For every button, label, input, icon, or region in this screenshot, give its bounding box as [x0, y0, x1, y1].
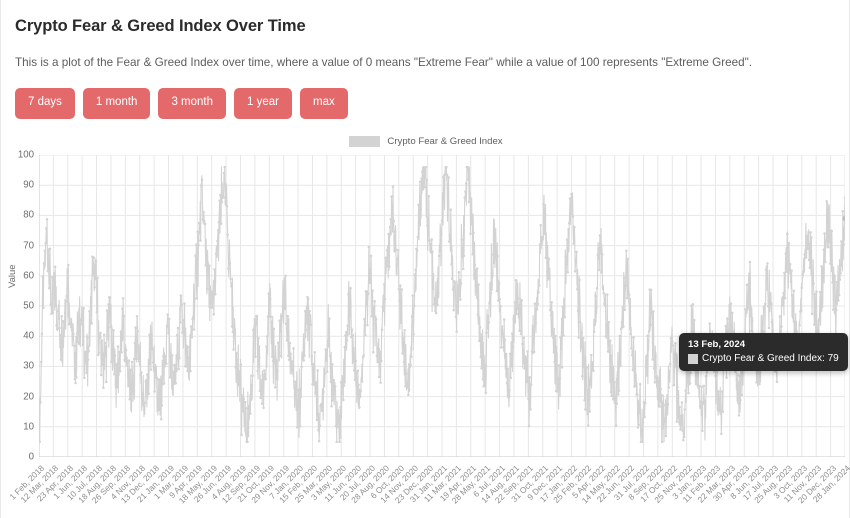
y-tick-label: 90	[23, 179, 34, 191]
plot-area[interactable]: 0 10 20 30 40 50 60 70 80 90 100 1 Feb, 2018 12 Mar,…	[7, 150, 850, 506]
range-button-max[interactable]: max	[299, 88, 348, 119]
range-button-group: 7 days 1 month 3 month 1 year max	[15, 88, 835, 119]
y-tick-label: 50	[23, 300, 34, 312]
range-button-1-year[interactable]: 1 year	[234, 88, 292, 119]
y-tick-label: 20	[23, 391, 34, 403]
legend-label: Crypto Fear & Greed Index	[387, 136, 503, 147]
chart-legend: Crypto Fear & Greed Index	[1, 136, 850, 147]
y-axis-title: Value	[7, 264, 18, 288]
y-tick-label: 0	[28, 451, 34, 463]
chart-page: Crypto Fear & Greed Index Over Time This…	[0, 0, 850, 518]
y-tick-label: 80	[23, 209, 34, 221]
legend-swatch-icon	[349, 136, 381, 147]
range-button-7-days[interactable]: 7 days	[15, 88, 75, 119]
chart-tooltip: 13 Feb, 2024 Crypto Fear & Greed Index: …	[679, 333, 848, 371]
header-section: Crypto Fear & Greed Index Over Time This…	[1, 0, 849, 119]
tooltip-swatch-icon	[688, 353, 698, 364]
tooltip-value-text: Crypto Fear & Greed Index: 79	[702, 353, 839, 364]
y-tick-label: 10	[23, 421, 34, 433]
page-subtitle: This is a plot of the Fear & Greed Index…	[15, 56, 753, 69]
tooltip-date: 13 Feb, 2024	[688, 339, 746, 350]
plot-svg	[39, 155, 845, 457]
range-button-3-month[interactable]: 3 month	[158, 88, 227, 119]
y-tick-label: 40	[23, 330, 34, 342]
y-tick-label: 30	[23, 360, 34, 372]
page-title: Crypto Fear & Greed Index Over Time	[15, 17, 306, 35]
y-tick-label: 100	[17, 149, 34, 161]
y-tick-label: 70	[23, 240, 34, 252]
tooltip-series-row: Crypto Fear & Greed Index: 79	[688, 353, 839, 364]
y-tick-label: 60	[23, 270, 34, 282]
range-button-1-month[interactable]: 1 month	[82, 88, 151, 119]
chart-container: Crypto Fear & Greed Index Value 0 10 20 30 4…	[1, 128, 850, 518]
